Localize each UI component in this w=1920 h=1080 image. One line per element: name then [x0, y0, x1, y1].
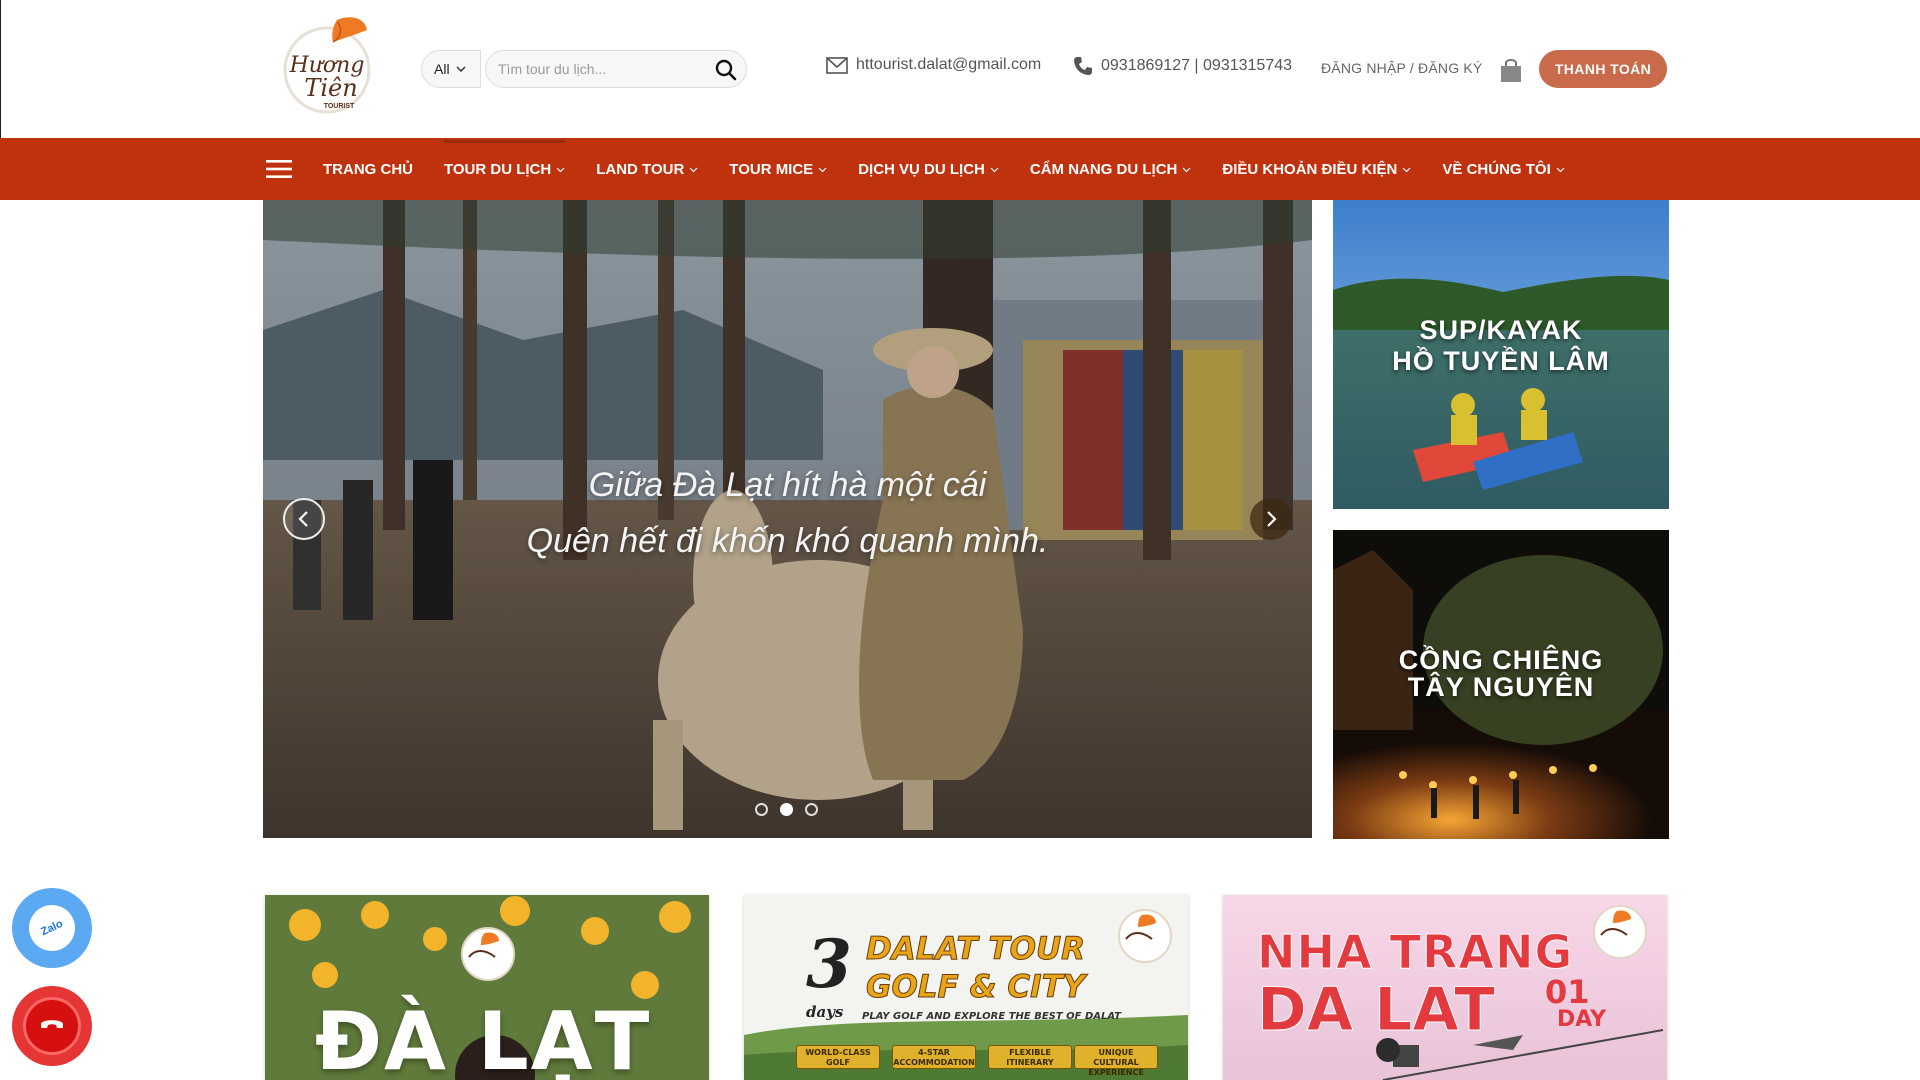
tour-card-dalat-title: ĐÀ LẠT [315, 995, 652, 1080]
logo-text-2: Tiên [304, 74, 357, 102]
logo-text-3: TOURIST [324, 103, 355, 110]
tour-card-golf-subtitle: PLAY GOLF AND EXPLORE THE BEST OF DALAT [862, 1011, 1121, 1022]
tour-card-golf-tag-3: FLEXIBLE ITINERARY [988, 1045, 1072, 1069]
hamburger-menu-icon[interactable] [266, 158, 292, 180]
search-input[interactable] [486, 51, 706, 87]
zalo-icon: Zalo [21, 897, 83, 959]
nav-item-terms[interactable]: ĐIỀU KHOẢN ĐIỀU KIỆN [1222, 161, 1411, 178]
nav-item-tours[interactable]: TOUR DU LỊCH [444, 139, 566, 178]
nav-item-about[interactable]: VỀ CHÚNG TÔI [1442, 161, 1565, 178]
phone-call-icon [23, 997, 81, 1055]
search-category-value: All [434, 61, 450, 77]
slide-caption-line-2: Quên hết đi khốn khó quanh mình. [526, 522, 1049, 560]
chevron-down-icon [556, 167, 565, 172]
tour-card-golf-tag-1: WORLD-CLASS GOLF [796, 1045, 880, 1069]
tour-card-golf-days-number: 3 [806, 925, 852, 1003]
nav-item-tour-mice[interactable]: TOUR MICE [729, 161, 827, 178]
chevron-down-icon [1556, 167, 1565, 172]
leaf-logo-icon [1125, 914, 1156, 940]
tour-card-golf-city[interactable]: 3 days DALAT TOUR GOLF & CITY PLAY GOLF … [744, 895, 1188, 1080]
banner-sup-kayak-title: SUP/KAYAK HỒ TUYỀN LÂM [1392, 315, 1610, 376]
leaf-logo-icon [468, 932, 499, 958]
chevron-down-icon [818, 167, 827, 172]
slide-caption-line-1: Giữa Đà Lạt hít hà một cái [588, 466, 987, 504]
contact-email[interactable]: httourist.dalat@gmail.com [826, 56, 1041, 74]
nav-item-guide[interactable]: CẨM NANG DU LỊCH [1030, 161, 1192, 178]
main-nav: TRANG CHỦ TOUR DU LỊCH LAND TOUR TOUR MI… [0, 138, 1920, 200]
nav-item-home[interactable]: TRANG CHỦ [323, 161, 413, 178]
banner-sup-kayak[interactable]: SUP/KAYAK HỒ TUYỀN LÂM [1333, 200, 1669, 509]
card-logo-badge [1118, 909, 1172, 963]
chevron-down-icon [990, 167, 999, 172]
contact-phone-text: 0931869127 | 0931315743 [1101, 57, 1293, 74]
nav-item-land-tour[interactable]: LAND TOUR [596, 161, 698, 178]
tour-card-golf-title-1: DALAT TOUR [866, 931, 1086, 968]
tour-card-golf-tag-2: 4-STAR ACCOMMODATION [892, 1045, 976, 1069]
tour-card-nhatrang-title-2: DA LAT [1256, 975, 1496, 1046]
nav-item-services[interactable]: DỊCH VỤ DU LỊCH [858, 161, 999, 178]
slider-dot-3[interactable] [805, 803, 818, 816]
site-logo[interactable]: Hương Tiên TOURIST [281, 12, 373, 122]
slider-prev-button[interactable] [283, 498, 325, 540]
shopping-bag-icon[interactable] [1499, 57, 1523, 83]
tour-card-golf-tag-4: UNIQUE CULTURAL EXPERIENCE [1074, 1045, 1158, 1077]
banner-cong-chieng[interactable]: CỒNG CHIÊNG TÂY NGUYÊN [1333, 530, 1669, 839]
mail-icon [826, 56, 848, 74]
chevron-down-icon [689, 167, 698, 172]
tour-card-nhatrang-title-1: NHA TRANG [1256, 925, 1574, 980]
slider-dot-1[interactable] [755, 803, 768, 816]
card-logo-badge [1593, 905, 1647, 959]
nav-menu: TRANG CHỦ TOUR DU LỊCH LAND TOUR TOUR MI… [323, 138, 1596, 200]
banner-cong-chieng-title: CỒNG CHIÊNG TÂY NGUYÊN [1398, 645, 1604, 702]
call-button[interactable] [12, 986, 92, 1066]
tour-card-nhatrang-days-label: DAY [1557, 1007, 1607, 1032]
leaf-logo-icon [1600, 910, 1631, 936]
contact-email-text: httourist.dalat@gmail.com [856, 56, 1042, 73]
slider-dots [755, 803, 818, 816]
contact-phone[interactable]: 0931869127 | 0931315743 [1073, 56, 1292, 76]
zalo-chat-button[interactable]: Zalo [12, 888, 92, 968]
phone-icon [1074, 57, 1092, 75]
tour-card-nhatrang-dalat[interactable]: NHA TRANG DA LAT 01 DAY [1223, 895, 1667, 1080]
chevron-down-icon [456, 66, 466, 73]
slider-dot-2[interactable] [780, 803, 793, 816]
slider-next-button[interactable] [1250, 498, 1292, 540]
search-category-select[interactable]: All [421, 50, 481, 88]
chevron-down-icon [1182, 167, 1191, 172]
chevron-right-icon [1267, 511, 1277, 527]
chevron-left-icon [298, 511, 308, 527]
checkout-button[interactable]: THANH TOÁN [1539, 50, 1667, 88]
search-box [485, 50, 747, 88]
hero-slider[interactable]: Giữa Đà Lạt hít hà một cái Quên hết đi k… [263, 200, 1312, 838]
site-header: Hương Tiên TOURIST All httourist.dalat@g… [0, 0, 1920, 138]
tour-card-nhatrang-days-number: 01 [1545, 973, 1590, 1011]
login-register-link[interactable]: ĐĂNG NHẬP / ĐĂNG KÝ [1321, 60, 1482, 76]
search-icon[interactable] [714, 58, 738, 82]
tour-card-dalat[interactable]: ĐÀ LẠT [265, 895, 709, 1080]
tour-card-golf-title-2: GOLF & CITY [865, 969, 1086, 1006]
tour-card-golf-days-label: days [806, 1003, 844, 1021]
hero-slide-image [263, 200, 1312, 838]
chevron-down-icon [1402, 167, 1411, 172]
card-logo-badge [461, 927, 515, 981]
